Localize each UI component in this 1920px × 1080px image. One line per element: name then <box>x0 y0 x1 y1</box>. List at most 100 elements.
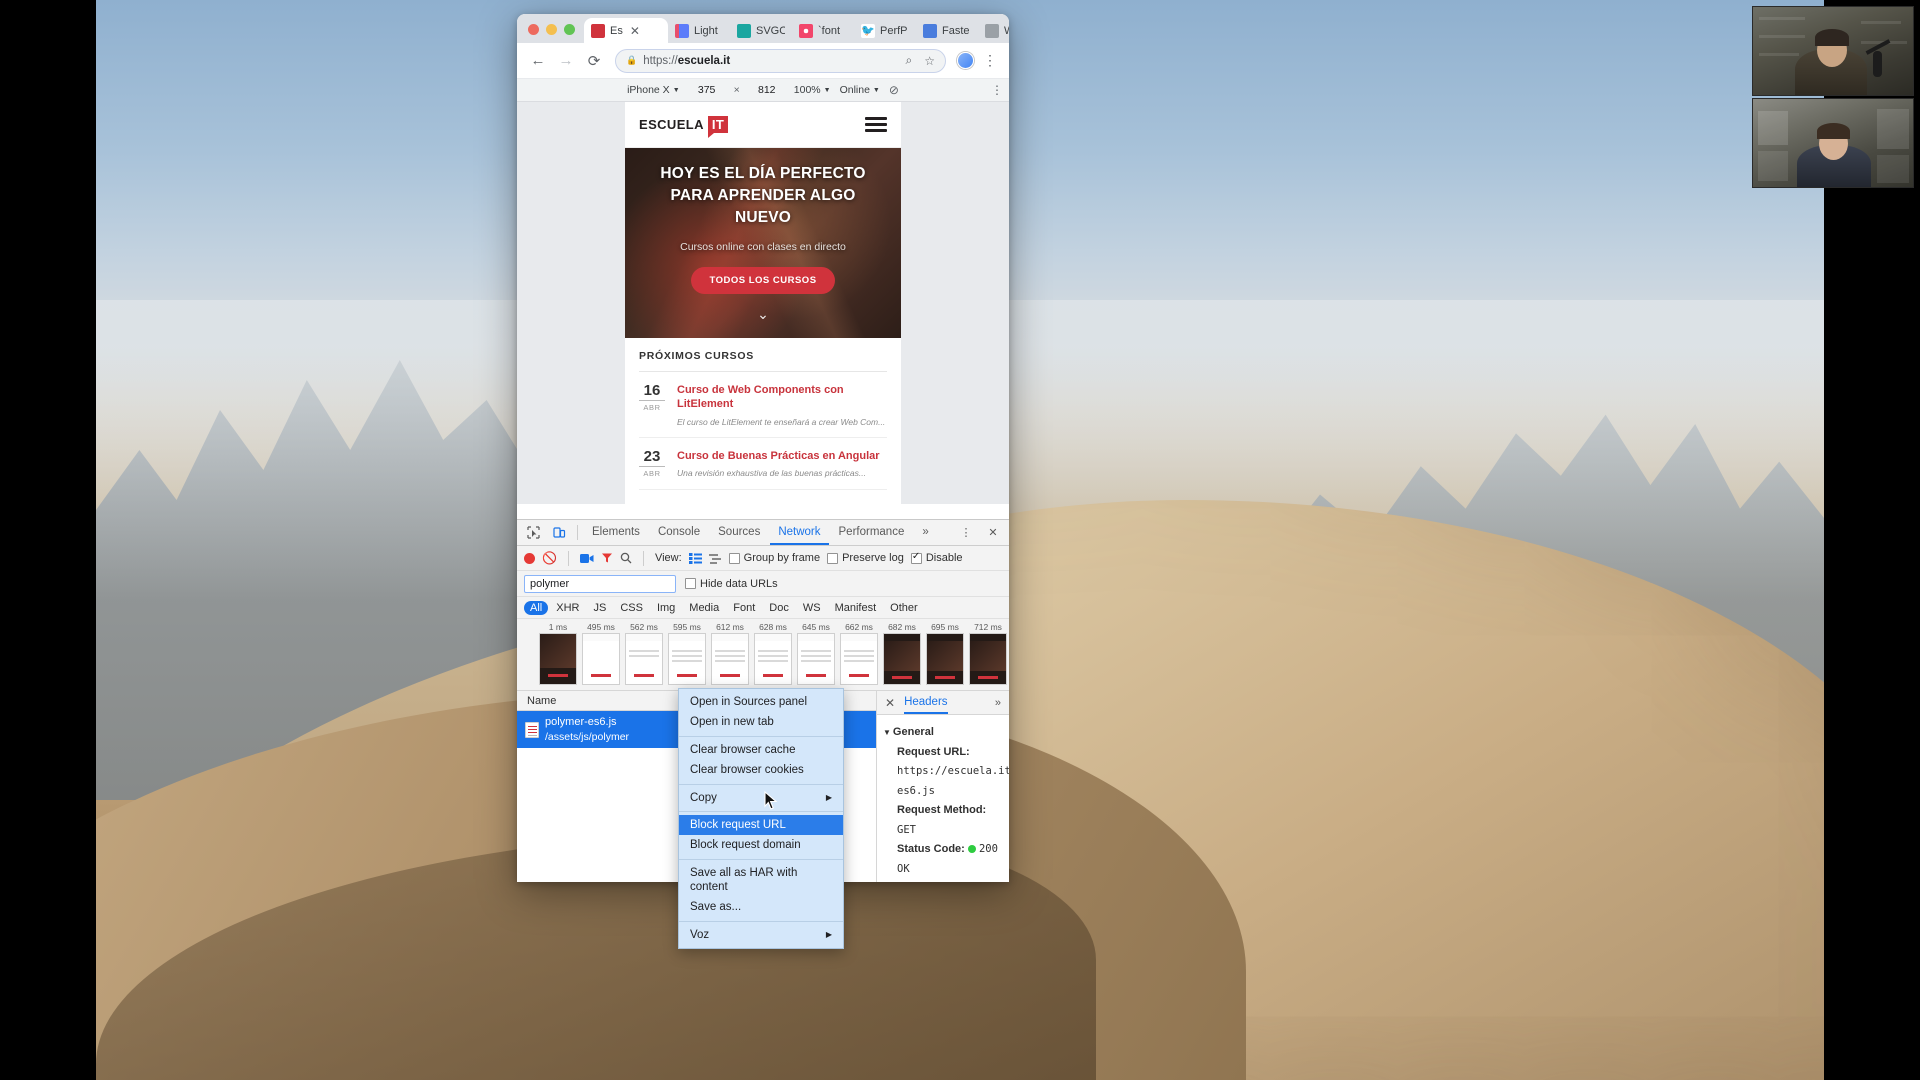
js-file-icon <box>525 721 539 738</box>
menu-item-open-new-tab[interactable]: Open in new tab <box>679 712 843 732</box>
reload-button[interactable]: ⟳ <box>581 48 607 74</box>
browser-tab-1[interactable]: Light <box>668 18 730 43</box>
headers-section-general[interactable]: ▼ General <box>883 723 1001 743</box>
filmstrip-frame[interactable]: 645 ms <box>797 622 835 685</box>
type-filter-doc[interactable]: Doc <box>763 601 795 615</box>
filter-icon[interactable] <box>601 552 613 564</box>
close-window-button[interactable] <box>528 24 539 35</box>
type-filter-other[interactable]: Other <box>884 601 924 615</box>
waterfall-view-icon[interactable] <box>708 553 722 564</box>
search-icon[interactable]: ⌕ <box>906 53 913 68</box>
browser-tab-6[interactable]: WebI <box>978 18 1009 43</box>
filmstrip-frame[interactable]: 612 ms <box>711 622 749 685</box>
filmstrip-frame[interactable]: 682 ms <box>883 622 921 685</box>
devtools-settings-icon[interactable]: ⋮ <box>954 522 978 544</box>
type-filter-js[interactable]: JS <box>587 601 612 615</box>
filmstrip-frame[interactable]: 712 ms <box>969 622 1007 685</box>
search-icon[interactable] <box>620 552 632 564</box>
filmstrip-frame[interactable]: 1 ms <box>539 622 577 685</box>
close-icon[interactable]: ✕ <box>885 696 895 710</box>
tab-network[interactable]: Network <box>770 520 829 545</box>
close-icon[interactable]: ✕ <box>981 522 1005 544</box>
tab-elements[interactable]: Elements <box>584 520 648 545</box>
browser-tab-3[interactable]: `font <box>792 18 854 43</box>
back-button[interactable]: ← <box>525 48 551 74</box>
zoom-window-button[interactable] <box>564 24 575 35</box>
hamburger-icon[interactable] <box>865 117 887 132</box>
camera-icon[interactable] <box>579 553 594 564</box>
menu-item-clear-cookies[interactable]: Clear browser cookies <box>679 760 843 780</box>
course-title[interactable]: Curso de Web Components con LitElement <box>677 383 887 412</box>
preserve-log-checkbox[interactable]: Preserve log <box>827 552 904 564</box>
type-filter-xhr[interactable]: XHR <box>550 601 585 615</box>
type-filter-all[interactable]: All <box>524 600 549 615</box>
device-selector[interactable]: iPhone X ▼ <box>627 84 680 96</box>
tab-sources[interactable]: Sources <box>710 520 768 545</box>
course-list-item[interactable]: 16 ABR Curso de Web Components con LitEl… <box>639 372 887 438</box>
type-filter-img[interactable]: Img <box>651 601 681 615</box>
device-options-menu-icon[interactable]: ⋮ <box>991 83 1003 97</box>
record-icon[interactable] <box>524 552 535 564</box>
type-filter-ws[interactable]: WS <box>797 601 827 615</box>
disable-cache-checkbox[interactable]: Disable <box>910 551 963 564</box>
type-filter-media[interactable]: Media <box>683 601 725 615</box>
menu-item-voz[interactable]: Voz ▶ <box>679 925 843 945</box>
viewport-height-input[interactable]: 812 <box>749 84 785 96</box>
hide-data-urls-checkbox[interactable]: Hide data URLs <box>685 578 778 590</box>
filmstrip-frame[interactable]: 662 ms <box>840 622 878 685</box>
group-by-frame-checkbox[interactable]: Group by frame <box>728 552 820 564</box>
chevron-down-icon: ▼ <box>672 86 680 94</box>
list-view-icon[interactable] <box>688 552 702 564</box>
chevron-down-icon[interactable]: ⌄ <box>757 306 769 323</box>
menu-item-save-har[interactable]: Save all as HAR with content <box>679 863 843 898</box>
column-header-name[interactable]: Name <box>527 695 556 707</box>
address-bar[interactable]: 🔒 https://escuela.it ⌕ ☆ <box>615 48 946 73</box>
clear-icon[interactable]: 🚫 <box>542 551 557 565</box>
type-filter-css[interactable]: CSS <box>614 601 649 615</box>
tab-performance[interactable]: Performance <box>831 520 913 545</box>
site-logo[interactable]: ESCUELA IT <box>639 116 729 138</box>
filmstrip-frame[interactable]: 628 ms <box>754 622 792 685</box>
type-filter-manifest[interactable]: Manifest <box>829 601 883 615</box>
tab-close-icon[interactable]: ✕ <box>630 24 640 38</box>
request-path: /assets/js/polymer <box>545 730 630 743</box>
network-toolbar: 🚫 View: Group by frame Preserve log ✓ Di… <box>517 546 1009 571</box>
menu-item-save-as[interactable]: Save as... <box>679 897 843 917</box>
browser-tab-4[interactable]: 🐦 PerfP <box>854 18 916 43</box>
menu-separator <box>679 783 843 785</box>
menu-item-clear-cache[interactable]: Clear browser cache <box>679 740 843 760</box>
menu-item-open-sources[interactable]: Open in Sources panel <box>679 692 843 712</box>
browser-tab-5[interactable]: Faste <box>916 18 978 43</box>
inspect-icon[interactable] <box>521 522 545 544</box>
all-courses-button[interactable]: TODOS LOS CURSOS <box>691 267 835 294</box>
toolbar-divider <box>642 550 644 566</box>
course-title[interactable]: Curso de Buenas Prácticas en Angular <box>677 449 880 463</box>
type-filter-font[interactable]: Font <box>727 601 761 615</box>
tab-console[interactable]: Console <box>650 520 708 545</box>
avatar[interactable] <box>957 52 974 69</box>
menu-item-block-request-domain[interactable]: Block request domain <box>679 835 843 855</box>
course-list-item[interactable]: 23 ABR Curso de Buenas Prácticas en Angu… <box>639 438 887 490</box>
menu-item-block-request-url[interactable]: Block request URL <box>679 814 843 836</box>
filter-input[interactable]: polymer <box>524 574 676 593</box>
viewport-width-input[interactable]: 375 <box>689 84 725 96</box>
star-icon[interactable]: ☆ <box>924 54 935 68</box>
filmstrip-frame[interactable]: 695 ms <box>926 622 964 685</box>
filmstrip-frame[interactable]: 562 ms <box>625 622 663 685</box>
browser-menu-icon[interactable]: ⋮ <box>979 52 1001 69</box>
zoom-selector[interactable]: 100% ▼ <box>794 84 831 96</box>
tab-overflow[interactable]: » <box>914 520 936 545</box>
filmstrip-frame[interactable]: 495 ms <box>582 622 620 685</box>
forward-button[interactable]: → <box>553 48 579 74</box>
tab-headers[interactable]: Headers <box>904 691 948 714</box>
menu-item-copy[interactable]: Copy ▶ <box>679 788 843 808</box>
browser-tab-2[interactable]: SVGO <box>730 18 792 43</box>
browser-tab-0[interactable]: Es ✕ <box>584 18 668 43</box>
submenu-arrow-icon: ▶ <box>825 929 832 939</box>
filmstrip-frame[interactable]: 595 ms <box>668 622 706 685</box>
rotate-icon[interactable]: ⊘ <box>889 83 899 97</box>
throttling-selector[interactable]: Online ▼ <box>840 84 880 96</box>
headers-overflow-icon[interactable]: » <box>995 697 1001 709</box>
device-toggle-icon[interactable] <box>547 522 571 544</box>
minimize-window-button[interactable] <box>546 24 557 35</box>
